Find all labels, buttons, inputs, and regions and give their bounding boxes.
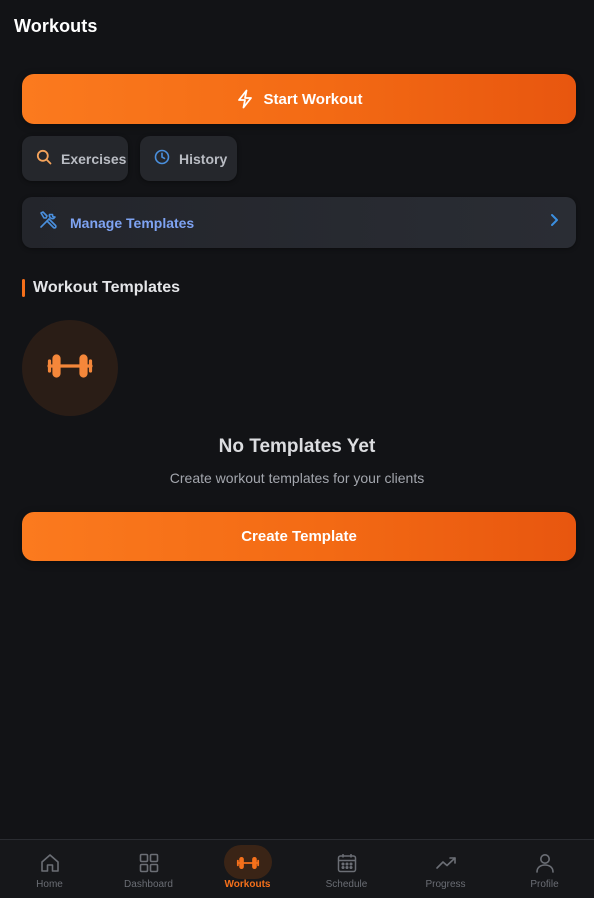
history-button[interactable]: History: [140, 136, 237, 181]
nav-item-workouts[interactable]: Workouts: [198, 840, 297, 898]
section-title: Workout Templates: [33, 279, 180, 296]
dumbbell-icon: [46, 352, 94, 385]
nav-label-progress: Progress: [425, 879, 466, 890]
nav-item-profile[interactable]: Profile: [495, 840, 594, 898]
start-workout-button[interactable]: Start Workout: [22, 74, 576, 124]
exercises-label: Exercises: [61, 150, 127, 167]
workouts-screen: Workouts Start Workout Exercises History: [0, 0, 594, 898]
create-template-button[interactable]: Create Template: [22, 512, 576, 561]
bottom-navigation: Home Dashboard Workouts Schedule Progres…: [0, 839, 594, 898]
tools-icon: [38, 210, 58, 235]
manage-templates-button[interactable]: Manage Templates: [22, 197, 576, 248]
home-icon: [38, 852, 62, 874]
calendar-icon: [335, 852, 359, 874]
clock-icon: [154, 149, 170, 168]
empty-state-subtitle: Create workout templates for your client…: [169, 470, 425, 486]
lightning-bolt-icon: [236, 89, 254, 109]
page-title: Workouts: [14, 16, 98, 36]
manage-templates-label: Manage Templates: [70, 214, 195, 231]
nav-label-workouts: Workouts: [224, 879, 271, 890]
section-accent-bar: [22, 279, 25, 297]
nav-label-profile: Profile: [530, 879, 559, 890]
dumbbell-icon: [236, 852, 260, 874]
start-workout-label: Start Workout: [263, 90, 363, 108]
dashboard-grid-icon: [137, 852, 161, 874]
nav-label-schedule: Schedule: [325, 879, 368, 890]
exercises-button[interactable]: Exercises: [22, 136, 128, 181]
empty-state-title: No Templates Yet: [218, 436, 376, 457]
nav-label-dashboard: Dashboard: [124, 879, 173, 890]
nav-item-home[interactable]: Home: [0, 840, 99, 898]
history-label: History: [179, 150, 228, 167]
search-icon: [36, 149, 52, 168]
trending-up-icon: [434, 852, 458, 874]
nav-label-home: Home: [36, 879, 63, 890]
empty-state-illustration: [22, 320, 118, 416]
nav-item-progress[interactable]: Progress: [396, 840, 495, 898]
nav-item-schedule[interactable]: Schedule: [297, 840, 396, 898]
nav-item-dashboard[interactable]: Dashboard: [99, 840, 198, 898]
user-icon: [533, 852, 557, 874]
chevron-right-icon: [548, 212, 560, 233]
